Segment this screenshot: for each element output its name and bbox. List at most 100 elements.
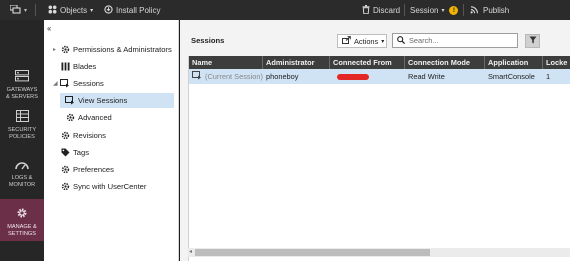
- nav-manage-settings[interactable]: MANAGE & SETTINGS: [0, 199, 44, 241]
- chevron-down-icon: ▾: [381, 38, 385, 45]
- publish-button[interactable]: Publish: [470, 5, 509, 16]
- manage-settings-icon: [0, 207, 44, 221]
- objects-label: Objects: [60, 5, 88, 15]
- tree-item-label: Permissions & Administrators: [73, 45, 172, 54]
- gear-icon: [60, 131, 70, 140]
- session-label: Session: [410, 5, 439, 15]
- cell-application: SmartConsole: [488, 72, 535, 81]
- nav-security-policies[interactable]: SECURITY POLICIES: [0, 106, 44, 150]
- publish-label: Publish: [483, 5, 510, 15]
- toolbar-divider: [463, 4, 464, 16]
- cell-connection-mode: Read Write: [408, 72, 445, 81]
- tree-item-permissions[interactable]: ▸ Permissions & Administrators: [53, 42, 172, 57]
- logs-monitor-icon: [0, 160, 44, 172]
- tree-item-tags[interactable]: Tags: [60, 145, 89, 160]
- tree-item-revisions[interactable]: Revisions: [60, 128, 106, 143]
- search-box[interactable]: [392, 33, 518, 48]
- collapse-arrow-icon[interactable]: ◢: [53, 80, 60, 87]
- tag-icon: [60, 148, 70, 157]
- publish-icon: [470, 5, 480, 16]
- discard-button[interactable]: Discard: [362, 4, 401, 16]
- horizontal-scrollbar[interactable]: ◂: [188, 248, 570, 257]
- redaction-mark: [337, 73, 369, 80]
- gear-icon: [65, 113, 75, 122]
- cell-administrator: phoneboy: [266, 72, 299, 81]
- tree-item-sync-usercenter[interactable]: Sync with UserCenter: [60, 179, 146, 194]
- left-navigation: GATEWAYS & SERVERS SECURITY POLICIES LOG…: [0, 20, 44, 261]
- install-policy-button[interactable]: Install Policy: [104, 4, 161, 16]
- nav-logs-label-2: MONITOR: [8, 181, 36, 188]
- chevron-down-icon: ▾: [441, 7, 445, 14]
- table-header: Name Administrator Connected From Connec…: [189, 56, 570, 69]
- session-changes-badge: !: [449, 5, 459, 15]
- sessions-icon: [65, 96, 75, 105]
- gear-icon: [60, 182, 70, 191]
- objects-icon: [48, 5, 57, 16]
- objects-menu-button[interactable]: Objects ▾: [48, 5, 93, 16]
- settings-tree-panel: ‹‹ ▸ Permissions & Administrators Blades…: [44, 20, 179, 261]
- cell-connected-from: [330, 69, 405, 84]
- search-icon: [397, 35, 406, 46]
- top-toolbar: ▾ Objects ▾ Install Policy Discard Sessi…: [0, 0, 570, 20]
- session-name: (Current Session): [205, 72, 263, 81]
- actions-label: Actions: [354, 36, 379, 46]
- scrollbar-thumb[interactable]: [195, 249, 430, 256]
- sessions-table: Name Administrator Connected From Connec…: [188, 56, 570, 261]
- install-policy-label: Install Policy: [116, 5, 161, 15]
- tree-item-label: View Sessions: [78, 96, 128, 105]
- discard-label: Discard: [373, 5, 401, 15]
- column-header-connected-from[interactable]: Connected From: [330, 56, 405, 69]
- nav-security-label-2: POLICIES: [9, 133, 35, 140]
- column-header-locked[interactable]: Locke: [543, 56, 570, 69]
- gear-icon: [60, 165, 70, 174]
- table-row[interactable]: (Current Session) phoneboy Read Write Sm…: [189, 69, 570, 84]
- toolbar-divider: [35, 4, 36, 16]
- sessions-icon: [60, 79, 70, 88]
- app-menu-button[interactable]: ▾: [9, 3, 28, 16]
- export-icon: [342, 36, 351, 46]
- actions-dropdown-button[interactable]: Actions ▾: [337, 34, 387, 48]
- nav-manage-label-2: SETTINGS: [8, 230, 36, 237]
- tree-item-label: Blades: [73, 62, 97, 71]
- gear-icon: [60, 45, 70, 54]
- chevron-down-icon: ▾: [24, 7, 28, 14]
- column-header-application[interactable]: Application: [485, 56, 543, 69]
- nav-logs-monitor[interactable]: LOGS & MONITOR: [0, 156, 44, 200]
- scroll-left-icon[interactable]: ◂: [189, 248, 192, 255]
- tree-item-label: Tags: [73, 148, 90, 157]
- nav-gateways-servers[interactable]: GATEWAYS & SERVERS: [0, 66, 44, 110]
- session-icon: [192, 71, 202, 82]
- sessions-view: Sessions Actions ▾ Name Administrator Co…: [180, 20, 570, 261]
- chevron-down-icon: ▾: [90, 7, 94, 14]
- blades-icon: [60, 62, 70, 71]
- gateways-icon: [0, 70, 44, 84]
- search-input[interactable]: [409, 36, 509, 45]
- tree-item-view-sessions[interactable]: View Sessions: [60, 93, 174, 108]
- trash-icon: [362, 4, 370, 16]
- cell-name: (Current Session): [189, 69, 263, 84]
- tree-item-label: Revisions: [73, 131, 106, 140]
- cell-locked: 1: [546, 72, 551, 81]
- collapse-panel-button[interactable]: ‹‹: [47, 24, 51, 33]
- tree-item-advanced[interactable]: Advanced: [65, 110, 112, 125]
- expand-arrow-icon[interactable]: ▸: [53, 46, 60, 53]
- session-menu-button[interactable]: Session ▾ !: [410, 5, 459, 15]
- tree-item-label: Sync with UserCenter: [73, 182, 147, 191]
- tree-item-label: Sessions: [73, 79, 104, 88]
- filter-button[interactable]: [525, 34, 540, 48]
- column-header-administrator[interactable]: Administrator: [263, 56, 330, 69]
- tree-item-blades[interactable]: Blades: [60, 59, 96, 74]
- toolbar-divider: [404, 4, 405, 16]
- page-title: Sessions: [191, 36, 225, 45]
- column-header-connection-mode[interactable]: Connection Mode: [405, 56, 485, 69]
- app-menu-icon: [9, 3, 21, 16]
- nav-gateways-label-2: & SERVERS: [6, 93, 38, 100]
- tree-item-label: Preferences: [73, 165, 114, 174]
- install-policy-icon: [104, 4, 113, 16]
- filter-icon: [529, 36, 537, 46]
- tree-item-preferences[interactable]: Preferences: [60, 162, 114, 177]
- tree-item-label: Advanced: [78, 113, 112, 122]
- security-policies-icon: [0, 110, 44, 124]
- tree-item-sessions[interactable]: ◢ Sessions: [53, 76, 104, 91]
- column-header-name[interactable]: Name: [189, 56, 263, 69]
